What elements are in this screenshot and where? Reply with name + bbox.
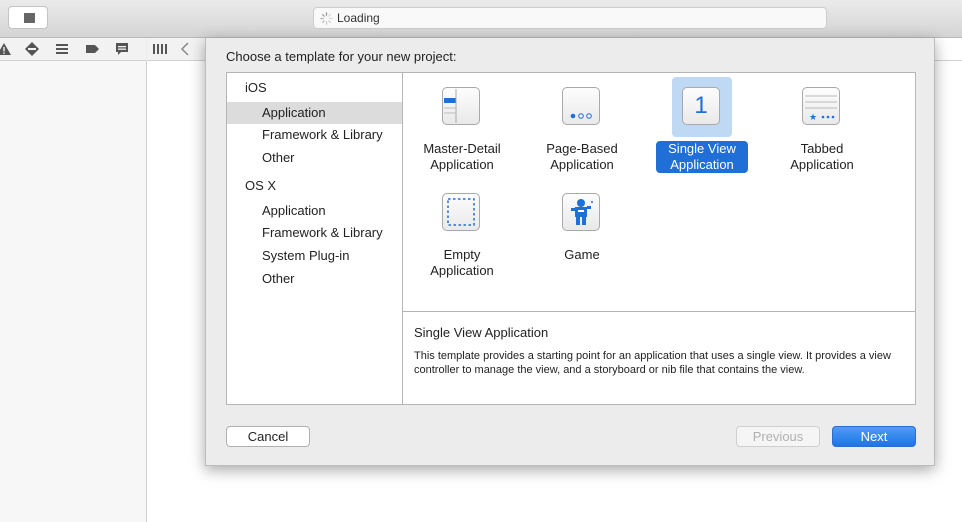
master-detail-icon [442,87,480,125]
navigator-toolbar [0,38,146,61]
activity-status-box: Loading [313,7,827,29]
diamond-icon[interactable] [24,41,40,57]
single-view-icon: 1 [682,87,720,125]
template-game[interactable]: Game [522,183,642,263]
jump-bar-end [935,38,962,61]
template-page-based[interactable]: Page-Based Application [522,77,642,173]
category-osx-framework-library[interactable]: Framework & Library [227,222,402,244]
svg-text:★: ★ [809,113,817,123]
category-osx-application[interactable]: Application [227,200,402,222]
template-label-line1: Single View [662,141,742,157]
stop-icon [24,13,35,23]
description-body: This template provides a starting point … [414,350,891,376]
template-grid: Master-Detail Application Page-Based Appli… [403,72,916,312]
template-label-line1: Game [564,247,600,262]
sheet-title: Choose a template for your new project: [226,49,457,64]
navigator-panel [0,61,147,522]
game-icon [562,193,600,231]
template-label-line2: Application [430,157,494,172]
template-label-line2: Application [550,157,614,172]
list-icon[interactable] [54,41,70,57]
previous-button[interactable]: Previous [736,426,820,447]
status-text: Loading [337,11,380,25]
template-master-detail[interactable]: Master-Detail Application [402,77,522,173]
category-list: iOS Application Framework & Library Othe… [226,72,403,405]
grid-icon[interactable] [152,41,168,57]
template-tabbed[interactable]: ★ Tabbed Application [762,77,882,173]
comment-icon[interactable] [114,41,130,57]
category-ios-framework-library[interactable]: Framework & Library [227,124,402,146]
spinner-icon [320,12,333,25]
chevron-left-icon[interactable] [178,41,194,57]
template-single-view[interactable]: 1 Single View Application [642,77,762,173]
description-title: Single View Application [414,325,549,340]
tabbed-icon: ★ [802,87,840,125]
category-osx-other[interactable]: Other [227,268,402,290]
stop-button[interactable] [8,6,48,29]
template-label-line2: Application [430,263,494,278]
single-view-glyph: 1 [694,92,708,119]
tag-icon[interactable] [84,41,100,57]
next-button[interactable]: Next [832,426,916,447]
page-based-icon [562,87,600,125]
template-label-line1: Master-Detail [423,141,501,156]
new-project-sheet: Choose a template for your new project: … [205,38,935,466]
warning-icon[interactable] [0,41,12,57]
category-osx-system-plugin[interactable]: System Plug-in [227,245,402,267]
category-ios-application[interactable]: Application [227,102,402,124]
template-label-line1: Empty [443,247,481,262]
template-label-line1: Page-Based [546,141,618,156]
category-header-osx[interactable]: OS X [245,178,276,193]
editor-jump-bar [147,38,205,61]
template-label-line2: Application [790,157,854,172]
template-label-line1: Tabbed [800,141,844,156]
cancel-button[interactable]: Cancel [226,426,310,447]
empty-icon [442,193,480,231]
template-description-panel: Single View Application This template pr… [403,311,916,405]
title-bar: Loading [0,0,962,38]
category-header-ios[interactable]: iOS [245,80,267,95]
category-ios-other[interactable]: Other [227,147,402,169]
template-empty[interactable]: Empty Application [402,183,522,279]
template-label-line2: Application [664,157,740,173]
